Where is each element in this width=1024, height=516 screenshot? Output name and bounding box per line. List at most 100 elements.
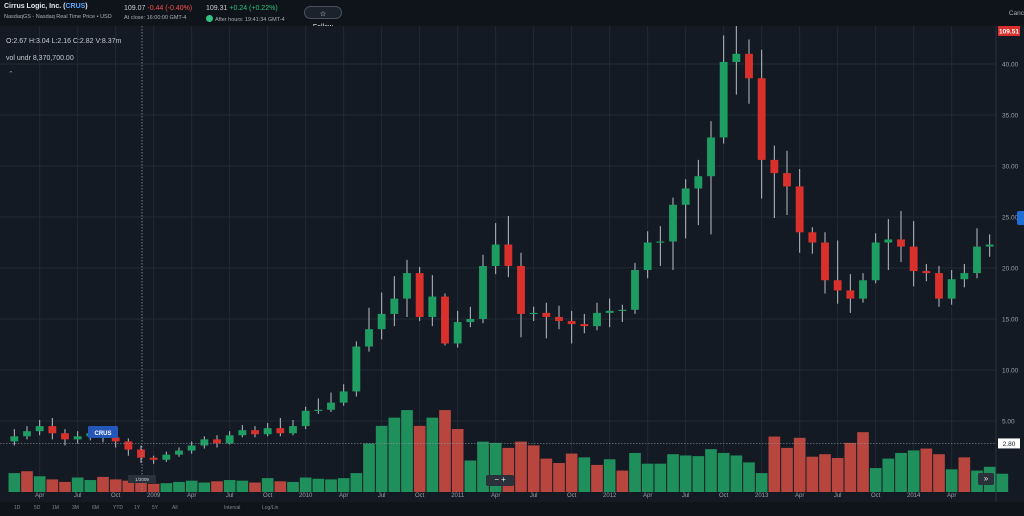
x-tick-label: Jul (378, 493, 386, 499)
moon-icon (206, 15, 213, 22)
range-button[interactable]: 3M (72, 505, 79, 511)
candle-body (859, 280, 867, 299)
candle-body (833, 280, 842, 291)
volume-bar (59, 481, 71, 492)
ticker-link[interactable]: CRUS (65, 3, 85, 10)
candle-body (149, 457, 158, 460)
x-tick-label: Apr (187, 493, 196, 499)
range-button[interactable]: All (172, 505, 178, 511)
candle-body (10, 436, 19, 442)
volume-bar (692, 456, 705, 492)
range-button[interactable]: 5Y (152, 505, 158, 511)
after-hours-time: After hours: 19:41:34 GMT-4 (206, 15, 285, 23)
candle-body (517, 265, 525, 314)
candle-body (605, 310, 614, 313)
x-tick-label: Jul (226, 493, 234, 499)
volume-bar (363, 443, 375, 492)
y-tick-label: 30.00 (1002, 164, 1019, 171)
volume-bar (793, 437, 806, 492)
x-tick-label: 2011 (451, 493, 465, 499)
volume-bar (616, 470, 629, 492)
candle-body (187, 445, 196, 451)
range-button[interactable]: 1D (14, 505, 20, 511)
candle-body (922, 271, 931, 274)
candle-body (238, 430, 247, 436)
x-tick-label: Apr (947, 493, 956, 499)
company-name: Cirrus Logic, Inc. (CRUS) (4, 3, 88, 10)
candle-body (985, 244, 994, 247)
candle-body (947, 279, 956, 299)
candle-body (377, 313, 386, 330)
volume-bar (84, 480, 97, 492)
range-button[interactable]: 1M (52, 505, 59, 511)
x-tick-label: Apr (35, 493, 44, 499)
range-button[interactable]: Log/Lin (262, 505, 278, 511)
candle-body (745, 53, 753, 79)
volume-bar (945, 469, 958, 492)
volume-bar (312, 478, 325, 492)
candle-body (960, 273, 969, 280)
side-panel-tab[interactable] (1017, 211, 1024, 225)
y-tick-label: 15.00 (1002, 317, 1019, 324)
candle-body (909, 246, 918, 272)
range-button[interactable]: Interval (224, 505, 240, 511)
candle-body (631, 270, 639, 310)
candle-body (529, 312, 538, 315)
range-toolbar: 1D 5D 1M 3M 6M YTD 1Y 5Y All Interval Log/Lin (0, 502, 1024, 516)
volume-bar (464, 460, 477, 492)
candle-body (846, 290, 855, 299)
candle-body (339, 391, 348, 403)
volume-bar (426, 417, 439, 492)
zoom-controls[interactable]: − + (486, 475, 514, 486)
y-tick-label: 35.00 (1002, 113, 1019, 120)
candle-body (618, 309, 627, 312)
volume-bar (135, 482, 147, 492)
candle-body (466, 319, 475, 323)
volume-bar (920, 448, 933, 492)
volume-bar (768, 436, 781, 492)
candle-body (732, 53, 741, 62)
fast-forward-icon[interactable]: » (978, 473, 994, 485)
after-percent: (+0.22%) (249, 5, 278, 12)
volume-bar (958, 457, 971, 492)
volume-bar (109, 479, 122, 492)
volume-bar (401, 410, 413, 492)
y-tick-label: 10.00 (1002, 368, 1019, 375)
volume-bar (667, 454, 679, 492)
volume-bar (819, 454, 831, 492)
range-button[interactable]: YTD (113, 505, 123, 511)
volume-bar (844, 442, 857, 492)
candle-body (276, 428, 285, 434)
volume-bar (705, 449, 717, 492)
candle-body (137, 449, 145, 458)
candle-body (656, 241, 665, 243)
range-button[interactable]: 1Y (134, 505, 140, 511)
candle-body (124, 441, 133, 450)
ohlc-legend: O:2.67 H:3.04 L:2.16 C:2.82 V:8.37m (6, 38, 122, 45)
volume-bar (527, 445, 540, 492)
volume-bar (337, 478, 350, 492)
volume-bar (299, 477, 312, 492)
after-change: +0.24 (229, 5, 248, 12)
volume-bar (236, 480, 249, 492)
collapse-legend-icon[interactable]: ⌃ (8, 70, 14, 78)
cancel-link[interactable]: Canc (1009, 10, 1024, 17)
volume-bar (261, 478, 274, 492)
crus-series-label: CRUS (94, 431, 111, 437)
volume-bar (996, 473, 1009, 492)
price-chart[interactable]: 5.0010.0015.0020.0025.0030.0035.0040.00A… (0, 26, 1024, 502)
candle-body (694, 176, 703, 189)
candle-body (365, 329, 373, 347)
candle-body (263, 428, 272, 435)
volume-bar (160, 483, 173, 492)
x-tick-label: Oct (263, 493, 273, 499)
follow-button[interactable]: ☆ Follow (304, 6, 342, 31)
range-button[interactable]: 5D (34, 505, 40, 511)
range-button[interactable]: 6M (92, 505, 99, 511)
volume-bar (578, 457, 591, 492)
volume-bar (831, 457, 844, 492)
x-tick-label: Jul (834, 493, 842, 499)
candle-body (327, 402, 335, 410)
x-tick-label: Apr (795, 493, 804, 499)
x-tick-label: 2009 (147, 493, 161, 499)
